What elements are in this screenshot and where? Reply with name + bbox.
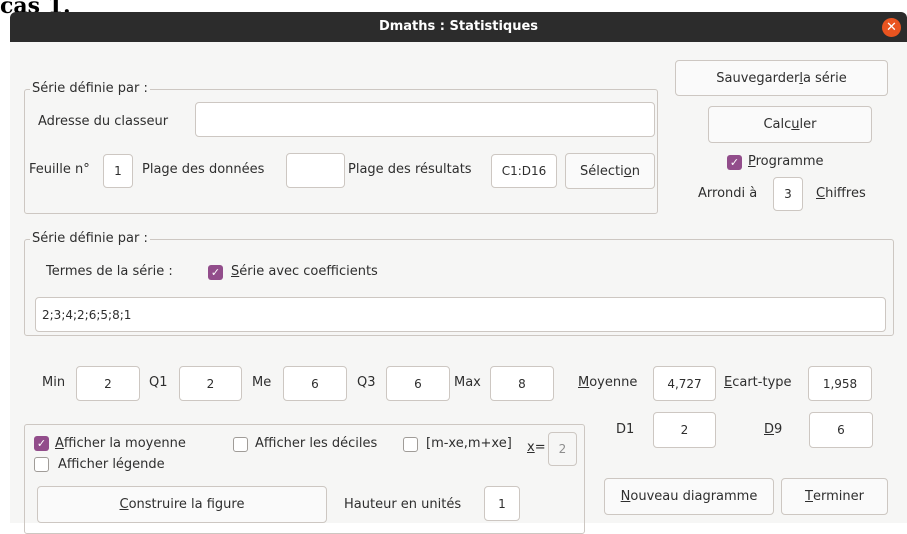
- afficher-legende-label: Afficher légende: [58, 457, 165, 472]
- construire-figure-button[interactable]: Construire la figure: [37, 486, 327, 523]
- series-terms-legend: Série définie par :: [30, 231, 150, 246]
- ecart-type-value[interactable]: 1,958: [808, 366, 872, 401]
- afficher-deciles-checkbox[interactable]: ✓: [233, 437, 248, 452]
- me-value[interactable]: 6: [283, 366, 347, 401]
- moyenne-label: Moyenne: [578, 375, 638, 390]
- adresse-input[interactable]: [195, 102, 655, 137]
- interval-checkbox[interactable]: ✓: [403, 437, 418, 452]
- hauteur-label: Hauteur en unités: [344, 497, 462, 512]
- d1-label: D1: [616, 422, 635, 437]
- ecart-type-label: Ecart-type: [724, 375, 792, 390]
- me-label: Me: [252, 375, 272, 390]
- plage-resultats-input[interactable]: C1:D16: [491, 154, 557, 188]
- plage-donnees-label: Plage des données: [142, 162, 265, 177]
- q3-value[interactable]: 6: [386, 366, 450, 401]
- max-value[interactable]: 8: [490, 366, 554, 401]
- programme-checkbox[interactable]: ✓: [727, 155, 742, 170]
- termes-label: Termes de la série :: [46, 264, 173, 279]
- coefficients-label: Série avec coefficients: [231, 264, 378, 279]
- d9-value[interactable]: 6: [809, 412, 873, 448]
- moyenne-value[interactable]: 4,727: [653, 366, 716, 401]
- hauteur-input[interactable]: 1: [484, 486, 520, 521]
- min-value[interactable]: 2: [76, 366, 140, 401]
- x-label: x=: [527, 440, 546, 455]
- adresse-label: Adresse du classeur: [38, 114, 169, 129]
- interval-label: [m-xe,m+xe]: [426, 436, 512, 451]
- arrondi-input[interactable]: 3: [773, 177, 803, 211]
- feuille-label: Feuille n°: [29, 162, 90, 177]
- programme-label: Programme: [748, 154, 824, 169]
- x-value-input[interactable]: 2: [548, 432, 577, 466]
- afficher-moyenne-checkbox[interactable]: ✓: [34, 436, 49, 451]
- close-icon[interactable]: ✕: [882, 18, 901, 37]
- afficher-deciles-label: Afficher les déciles: [255, 436, 378, 451]
- max-label: Max: [454, 375, 481, 390]
- plage-donnees-input[interactable]: [286, 153, 345, 188]
- terminer-button[interactable]: Terminer: [781, 478, 888, 515]
- window-titlebar: Dmaths : Statistiques ✕: [10, 12, 907, 42]
- nouveau-diagramme-button[interactable]: Nouveau diagramme: [604, 478, 774, 515]
- plage-resultats-label: Plage des résultats: [348, 162, 472, 177]
- arrondi-label: Arrondi à: [698, 186, 758, 201]
- coefficients-checkbox[interactable]: ✓: [208, 265, 223, 280]
- q1-value[interactable]: 2: [179, 366, 242, 401]
- dialog-body: Série définie par : Adresse du classeur …: [10, 42, 907, 534]
- d9-label: D9: [764, 422, 783, 437]
- afficher-legende-checkbox[interactable]: ✓: [34, 457, 49, 472]
- min-label: Min: [42, 375, 66, 390]
- chiffres-label: Chiffres: [816, 186, 866, 201]
- series-source-legend: Série définie par :: [30, 81, 150, 96]
- series-input[interactable]: 2;3;4;2;6;5;8;1: [35, 297, 886, 332]
- calculate-button[interactable]: Calc u ler: [708, 106, 872, 143]
- q1-label: Q1: [149, 375, 168, 390]
- save-series-button[interactable]: Sauvegarder la série: [675, 60, 888, 96]
- window-title: Dmaths : Statistiques: [378, 19, 539, 34]
- d1-value[interactable]: 2: [653, 412, 716, 448]
- q3-label: Q3: [357, 375, 376, 390]
- feuille-input[interactable]: 1: [103, 154, 133, 188]
- selection-button[interactable]: Sélecti o n: [565, 153, 655, 189]
- afficher-moyenne-label: Afficher la moyenne: [55, 436, 186, 451]
